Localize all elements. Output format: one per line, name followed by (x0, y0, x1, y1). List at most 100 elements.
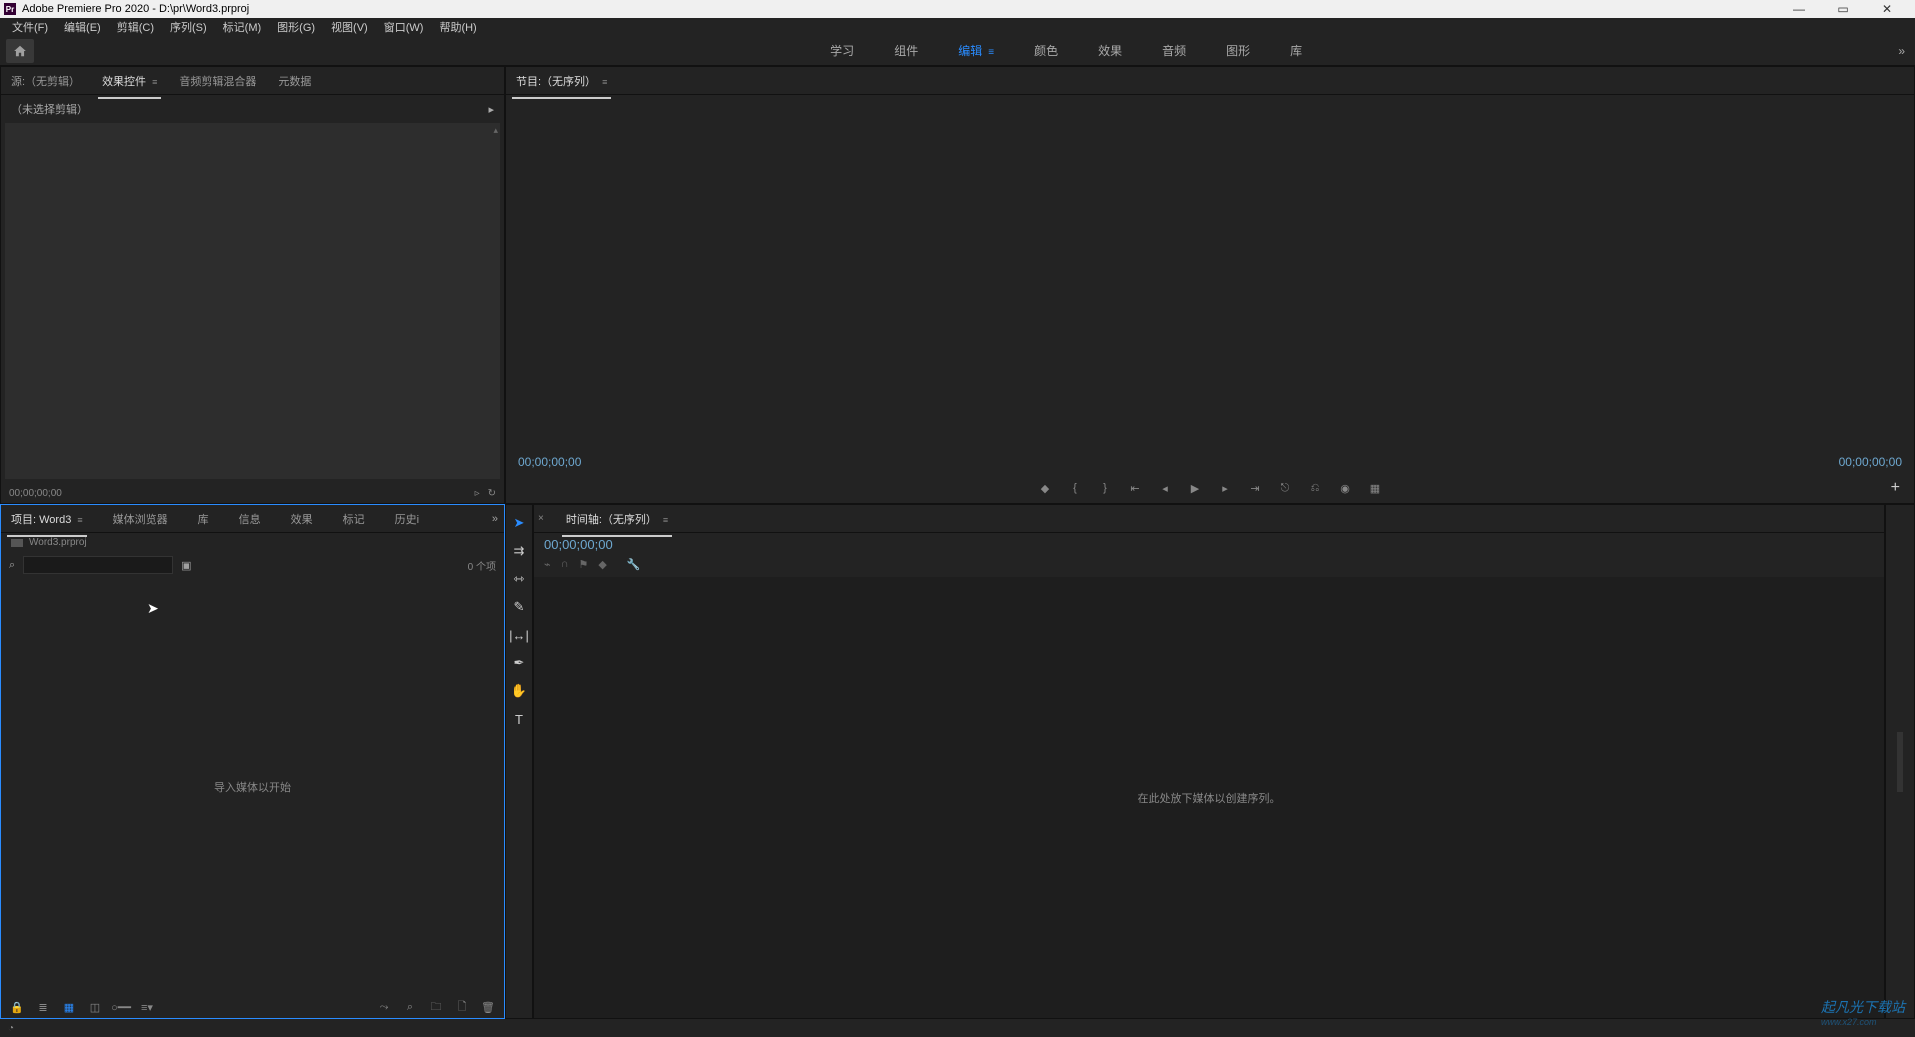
go-out-icon[interactable]: ⇥ (1247, 480, 1263, 496)
marker-icon[interactable]: ◆ (1037, 480, 1053, 496)
ws-editing[interactable]: 编辑 (950, 38, 1002, 63)
tab-timeline[interactable]: 时间轴:（无序列）≡ (562, 507, 672, 531)
mark-in-icon[interactable]: { (1067, 480, 1083, 496)
search-input[interactable] (23, 556, 173, 574)
step-back-icon[interactable]: ◂ (1157, 480, 1173, 496)
menu-view[interactable]: 视图(V) (325, 17, 374, 37)
menu-graphics[interactable]: 图形(G) (271, 17, 321, 37)
home-icon (13, 44, 27, 58)
go-in-icon[interactable]: ⇤ (1127, 480, 1143, 496)
step-forward-icon[interactable]: ▸ (1217, 480, 1233, 496)
zoom-slider-icon[interactable]: ○━━ (113, 999, 129, 1015)
razor-tool-icon[interactable]: ✎ (509, 597, 529, 617)
timeline-tab-close[interactable]: × (538, 513, 544, 524)
audio-meters[interactable] (1885, 504, 1915, 1019)
play-icon[interactable]: ▶ (1187, 480, 1203, 496)
extract-icon[interactable]: ⎌ (1307, 480, 1323, 496)
tab-library[interactable]: 库 (194, 507, 213, 531)
tab-info[interactable]: 信息 (235, 507, 265, 531)
compare-icon[interactable]: ▦ (1367, 480, 1383, 496)
tl-link-icon[interactable]: ∩ (561, 558, 569, 571)
hand-tool-icon[interactable]: ✋ (509, 681, 529, 701)
tab-media-browser[interactable]: 媒体浏览器 (109, 507, 172, 531)
ripple-tool-icon[interactable]: ⇿ (509, 569, 529, 589)
freeform-view-icon[interactable]: ◫ (87, 999, 103, 1015)
lift-icon[interactable]: ⎋ (1277, 480, 1293, 496)
title-bar: Pr Adobe Premiere Pro 2020 - D:\pr\Word3… (0, 0, 1915, 18)
workspace-overflow[interactable]: » (1898, 44, 1905, 58)
menu-marker[interactable]: 标记(M) (217, 17, 268, 37)
timeline-hint: 在此处放下媒体以创建序列。 (1138, 790, 1281, 806)
pen-tool-icon[interactable]: ✒ (509, 653, 529, 673)
project-tabs-overflow[interactable]: » (492, 513, 498, 525)
menu-window[interactable]: 窗口(W) (378, 17, 430, 37)
project-body[interactable]: 导入媒体以开始 (1, 578, 504, 996)
ws-effects[interactable]: 效果 (1090, 38, 1130, 63)
tab-effects-panel[interactable]: 效果 (287, 507, 317, 531)
tl-add-marker-icon[interactable]: ◆ (598, 558, 606, 571)
tab-history[interactable]: 历史i (391, 507, 423, 531)
ws-graphics[interactable]: 图形 (1218, 38, 1258, 63)
timeline-timecode[interactable]: 00;00;00;00 (544, 537, 613, 552)
automate-icon[interactable]: ⤳ (376, 999, 392, 1015)
maximize-button[interactable]: ▭ (1831, 1, 1855, 17)
menu-clip[interactable]: 剪辑(C) (111, 17, 160, 37)
find-icon[interactable]: ⌕ (402, 999, 418, 1015)
new-item-icon[interactable]: 🗋 (454, 999, 470, 1015)
ws-learning[interactable]: 学习 (822, 38, 862, 63)
lock-icon[interactable]: 🔒 (9, 999, 25, 1015)
timeline-body[interactable]: 在此处放下媒体以创建序列。 (534, 577, 1884, 1018)
tab-program[interactable]: 节目:（无序列）≡ (512, 69, 611, 93)
tl-marker-icon[interactable]: ⚑ (579, 558, 589, 571)
add-button-icon[interactable]: + (1891, 479, 1900, 497)
item-count: 0 个项 (468, 558, 496, 573)
tab-project[interactable]: 项目: Word3≡ (7, 507, 87, 531)
source-panel-group: 源:（无剪辑） 效果控件≡ 音频剪辑混合器 元数据 （未选择剪辑） ▸ ▴ 00… (0, 66, 505, 504)
mark-out-icon[interactable]: } (1097, 480, 1113, 496)
tab-source[interactable]: 源:（无剪辑） (7, 69, 84, 93)
ws-audio[interactable]: 音频 (1154, 38, 1194, 63)
ec-play-icon[interactable]: ▹ (475, 488, 480, 499)
minimize-button[interactable]: — (1787, 1, 1811, 17)
filter-icon[interactable]: ▣ (181, 559, 191, 572)
bin-icon (11, 539, 23, 547)
tool-column: ➤ ⇉ ⇿ ✎ |↔| ✒ ✋ T (505, 504, 533, 1019)
close-button[interactable]: ✕ (1875, 1, 1899, 17)
project-tabs: 项目: Word3≡ 媒体浏览器 库 信息 效果 标记 历史i » (1, 505, 504, 533)
new-bin-icon[interactable]: 🗀 (428, 999, 444, 1015)
lower-right-wrap: ➤ ⇉ ⇿ ✎ |↔| ✒ ✋ T × 时间轴:（无序列）≡ 00;00;00;… (505, 504, 1915, 1019)
thumb-view-icon[interactable]: ▦ (61, 999, 77, 1015)
ec-scroll-up-icon[interactable]: ▴ (493, 125, 498, 136)
menu-sequence[interactable]: 序列(S) (164, 17, 213, 37)
trash-icon[interactable]: 🗑 (480, 999, 496, 1015)
meter-bar (1897, 732, 1903, 792)
type-tool-icon[interactable]: T (509, 709, 529, 729)
menu-edit[interactable]: 编辑(E) (58, 17, 107, 37)
tab-markers[interactable]: 标记 (339, 507, 369, 531)
tl-wrench-icon[interactable]: 🔧 (627, 558, 641, 571)
menu-help[interactable]: 帮助(H) (433, 17, 482, 37)
ec-arrow-icon[interactable]: ▸ (488, 103, 494, 116)
track-select-tool-icon[interactable]: ⇉ (509, 541, 529, 561)
snapshot-icon[interactable]: ◉ (1337, 480, 1353, 496)
sort-icon[interactable]: ≡▾ (139, 999, 155, 1015)
tab-audio-mixer[interactable]: 音频剪辑混合器 (175, 69, 260, 93)
ws-color[interactable]: 颜色 (1026, 38, 1066, 63)
timeline-tabs: × 时间轴:（无序列）≡ (534, 505, 1884, 533)
ws-library[interactable]: 库 (1282, 38, 1310, 63)
program-canvas[interactable] (506, 95, 1914, 451)
slip-tool-icon[interactable]: |↔| (509, 625, 529, 645)
tab-metadata[interactable]: 元数据 (274, 69, 315, 93)
list-view-icon[interactable]: ≣ (35, 999, 51, 1015)
selection-tool-icon[interactable]: ➤ (509, 513, 529, 533)
menu-file[interactable]: 文件(F) (6, 17, 54, 37)
tl-snap-icon[interactable]: ⌁ (544, 558, 551, 571)
tab-effect-controls[interactable]: 效果控件≡ (98, 69, 161, 93)
ws-assembly[interactable]: 组件 (886, 38, 926, 63)
ec-loop-icon[interactable]: ↻ (488, 488, 496, 499)
ec-header: （未选择剪辑） ▸ (1, 95, 504, 123)
project-file-label: Word3.prproj (29, 537, 87, 548)
app-icon: Pr (4, 3, 16, 15)
program-left-tc[interactable]: 00;00;00;00 (518, 455, 581, 469)
home-button[interactable] (6, 39, 34, 63)
